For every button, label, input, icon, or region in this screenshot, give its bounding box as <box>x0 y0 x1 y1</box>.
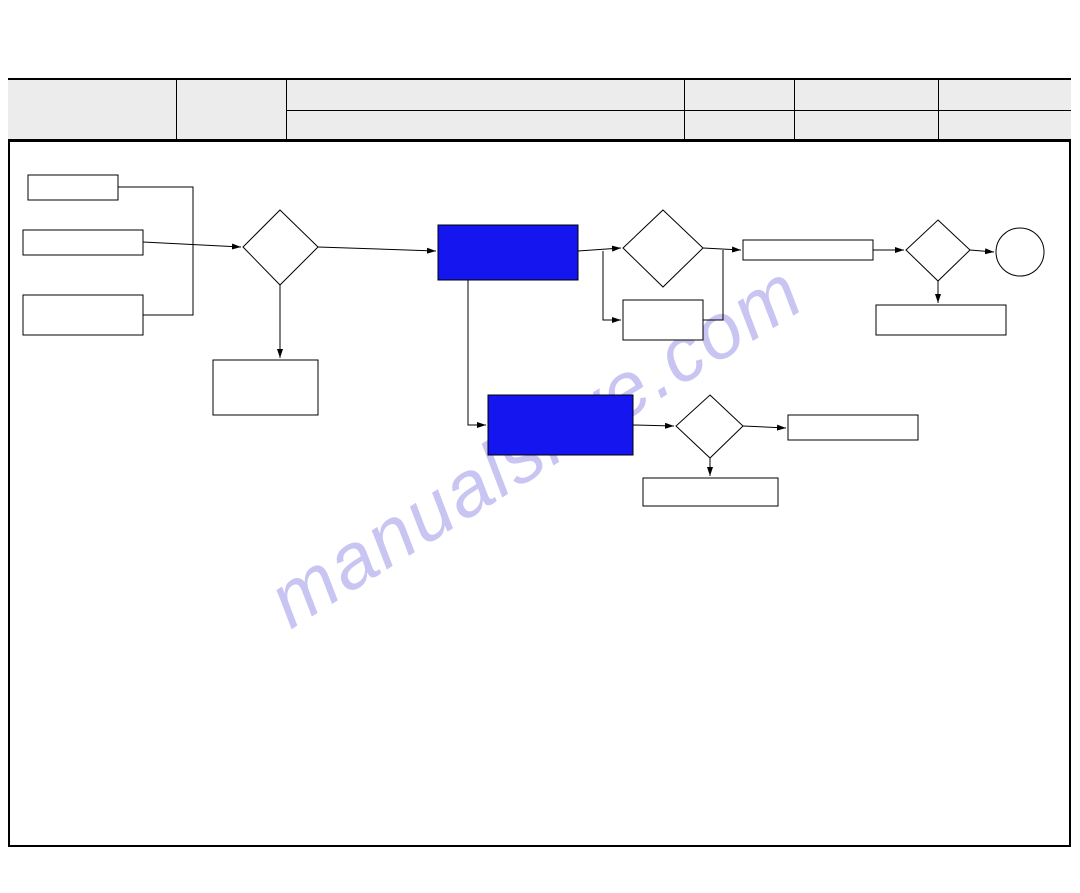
header-divider <box>938 80 939 142</box>
input-box-3 <box>23 295 143 335</box>
terminal-circle <box>996 228 1044 276</box>
flowchart-svg <box>8 145 1071 845</box>
process-box-7 <box>876 305 1006 335</box>
process-blue-2 <box>488 395 633 455</box>
input-box-2 <box>23 230 143 255</box>
header-divider <box>684 80 685 142</box>
input-box-1 <box>28 175 118 200</box>
process-box-4 <box>213 360 318 415</box>
process-box-6 <box>743 240 873 260</box>
header-row-divider <box>286 110 1071 111</box>
process-box-9 <box>643 478 778 506</box>
decision-3 <box>906 220 970 281</box>
header-divider <box>286 80 287 142</box>
process-box-8 <box>788 415 918 440</box>
header-divider <box>794 80 795 142</box>
process-blue-1 <box>438 225 578 280</box>
decision-1 <box>243 210 318 285</box>
header-divider <box>176 80 177 142</box>
decision-2 <box>623 210 703 287</box>
header-row-2 <box>8 80 1071 142</box>
header-row-1 <box>8 42 1071 80</box>
decision-4 <box>676 395 743 458</box>
process-box-5 <box>623 300 703 340</box>
page-container: manualslive.com <box>0 0 1080 893</box>
